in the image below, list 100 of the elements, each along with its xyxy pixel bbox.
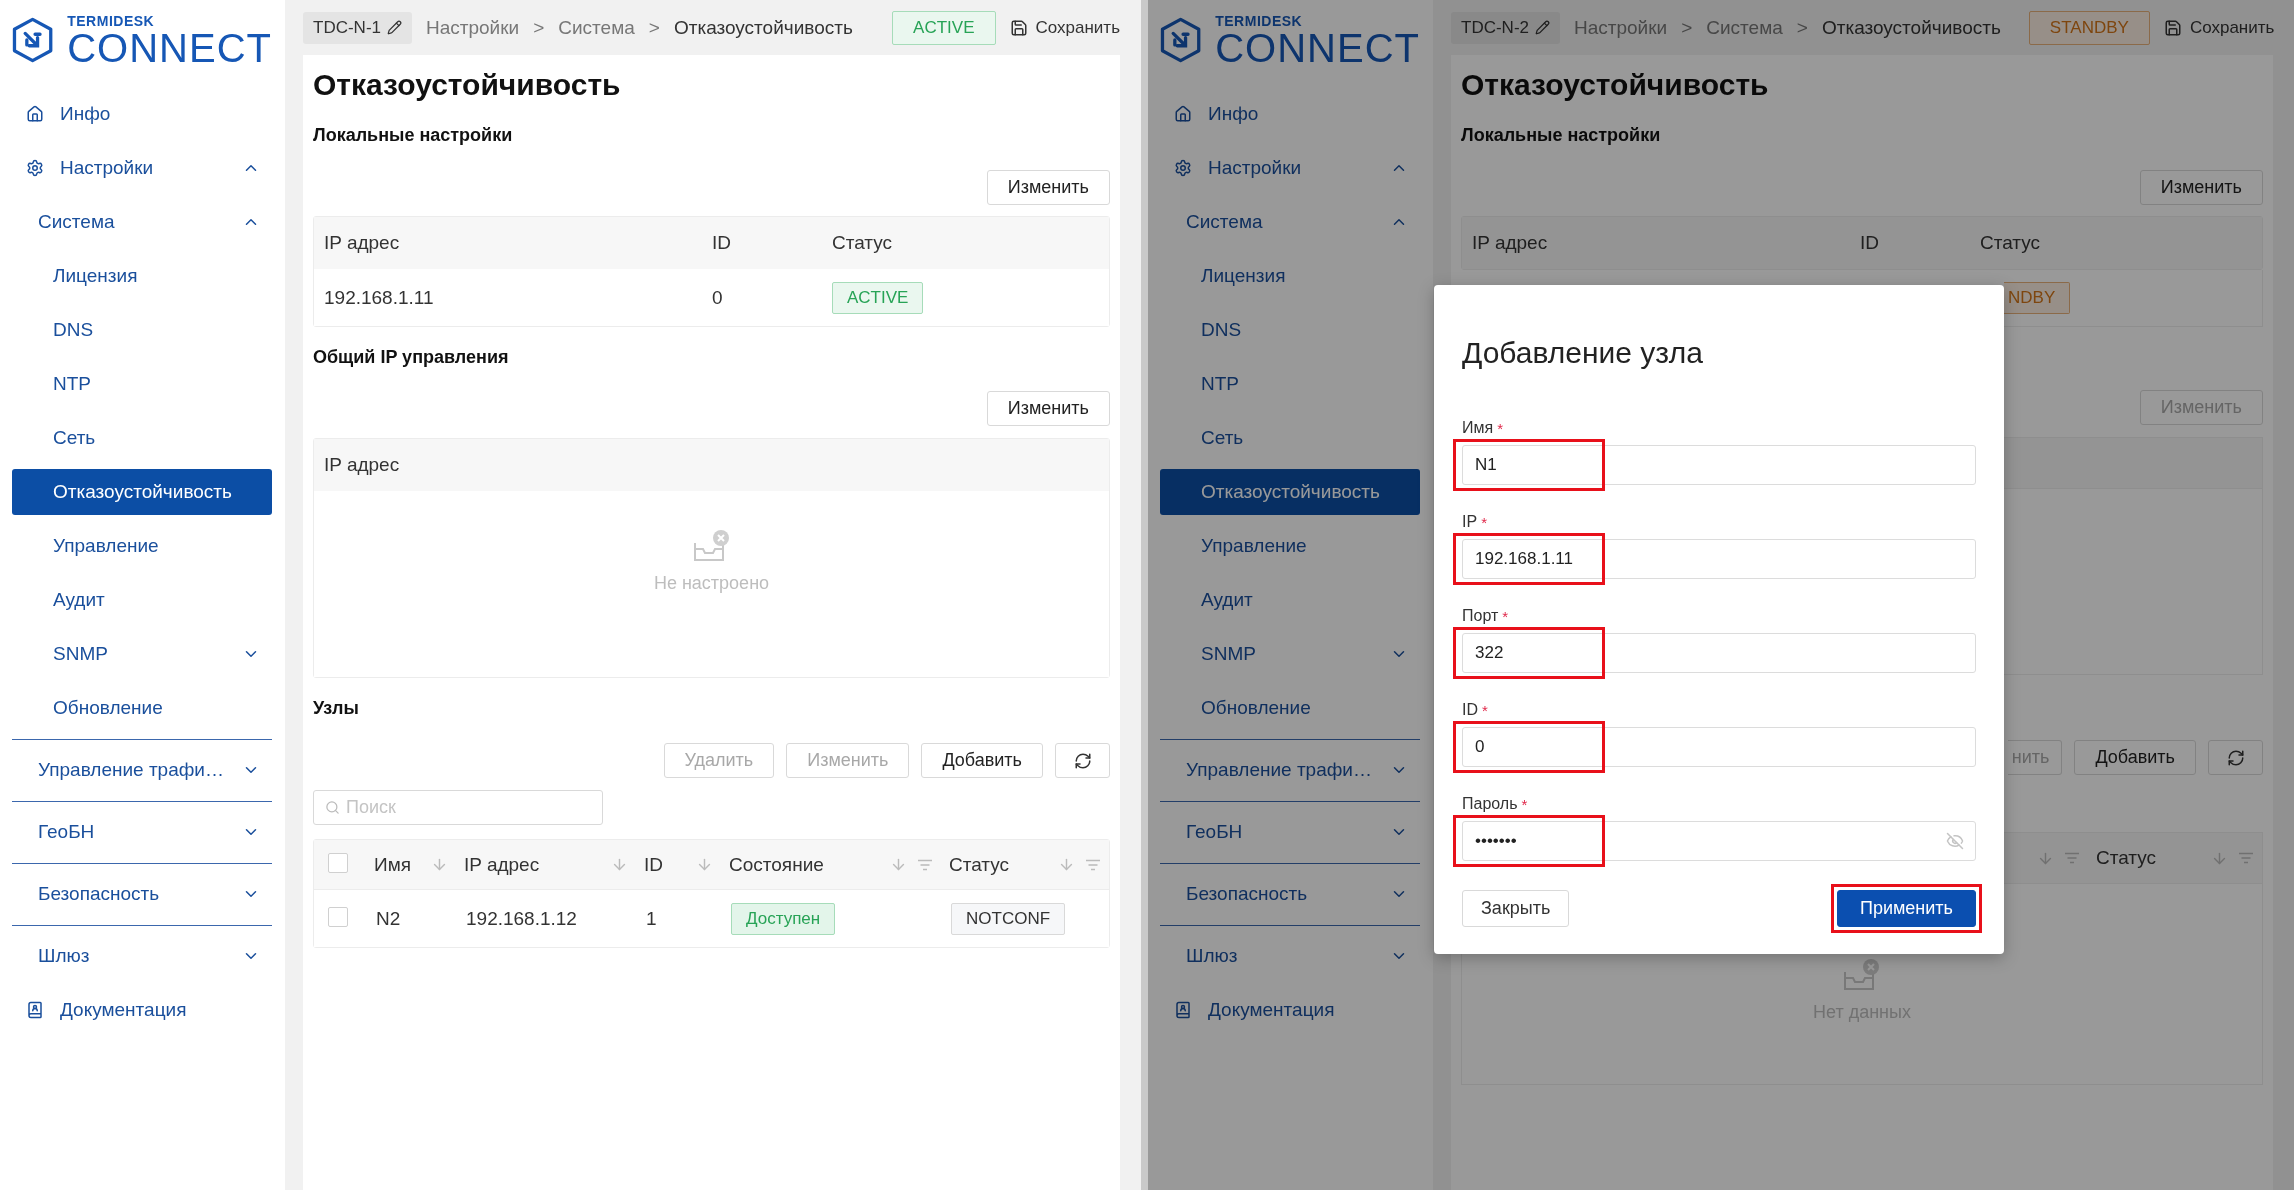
breadcrumb-separator: > (1796, 16, 1808, 39)
input-field[interactable]: 0 (1462, 727, 1976, 767)
sidebar-item[interactable]: Шлюз (1160, 933, 1420, 979)
sidebar-item[interactable]: Отказоустойчивость (1160, 469, 1420, 515)
sidebar-item[interactable]: Безопасность (12, 871, 272, 917)
refresh-icon (1073, 751, 1092, 770)
save-button[interactable]: Сохранить (2163, 17, 2275, 38)
password-field[interactable]: ••••••• (1462, 821, 1976, 861)
edit-button[interactable]: Изменить (2139, 170, 2263, 205)
column-header: ID (644, 853, 663, 876)
action-button[interactable]: Добавить (921, 743, 1043, 778)
column-header: ID (1859, 232, 1880, 254)
logo-product-text: CONNECT (67, 29, 272, 67)
edit-button[interactable]: Изменить (986, 170, 1110, 205)
sidebar-item[interactable]: Обновление (12, 685, 272, 731)
save-button[interactable]: Сохранить (1009, 17, 1120, 38)
column-header: Статус (1979, 232, 2042, 254)
sidebar-item[interactable]: DNS (1160, 307, 1420, 353)
node-name-button[interactable]: TDC-N-2 (1451, 11, 1560, 44)
search-icon (325, 800, 340, 815)
field-label: Имя (1462, 419, 1494, 437)
sidebar-item[interactable]: SNMP (1160, 631, 1420, 677)
refresh-button[interactable] (1055, 743, 1110, 778)
sidebar-item[interactable]: Отказоустойчивость (12, 469, 272, 515)
input-field[interactable]: N1 (1462, 445, 1976, 485)
sidebar-item[interactable]: Аудит (12, 577, 272, 623)
sidebar-item[interactable]: Инфо (12, 91, 272, 137)
sidebar-item[interactable]: Документация (12, 987, 272, 1033)
refresh-button[interactable] (2208, 740, 2263, 775)
settings-icon (26, 159, 44, 177)
filter-icon (1085, 858, 1101, 871)
status-badge: ACTIVE (832, 281, 924, 314)
section-heading: Общий IP управления (313, 346, 510, 369)
filter-icon (917, 858, 933, 871)
checkbox[interactable] (328, 906, 348, 927)
empty-state-text: Не настроено (653, 573, 770, 594)
section-heading: Локальные настройки (1461, 124, 1662, 147)
sidebar-item[interactable]: Обновление (1160, 685, 1420, 731)
sidebar-item[interactable]: Настройки (1160, 145, 1420, 191)
column-header: Состояние (729, 853, 824, 876)
sidebar-item[interactable]: DNS (12, 307, 272, 353)
page-title: Отказоустойчивость (313, 67, 622, 103)
section-heading: Узлы (313, 697, 360, 720)
search-field[interactable]: Поиск (313, 790, 603, 825)
sidebar-item[interactable]: Управление (1160, 523, 1420, 569)
home-icon (26, 105, 44, 123)
apply-button[interactable]: Применить (1837, 890, 1976, 927)
checkbox[interactable] (328, 852, 348, 873)
sidebar-item[interactable]: Система (1160, 199, 1420, 245)
sidebar-item[interactable]: ГеоБН (1160, 809, 1420, 855)
node-name-button[interactable]: TDC-N-1 (303, 11, 412, 44)
sidebar-item[interactable]: Лицензия (1160, 253, 1420, 299)
breadcrumb-separator: > (648, 16, 660, 39)
field-label: Пароль (1462, 795, 1518, 813)
sidebar-item[interactable]: Система (12, 199, 272, 245)
home-icon (1174, 105, 1192, 123)
sidebar-item[interactable]: Шлюз (12, 933, 272, 979)
contact-book-icon (26, 1001, 44, 1019)
required-mark: * (1482, 701, 1488, 719)
sidebar-item[interactable]: NTP (12, 361, 272, 407)
sidebar-item[interactable]: Аудит (1160, 577, 1420, 623)
sidebar-item[interactable]: Лицензия (12, 253, 272, 299)
empty-inbox-icon (691, 529, 732, 563)
action-button[interactable]: Добавить (2074, 740, 2196, 775)
close-button[interactable]: Закрыть (1462, 890, 1570, 927)
breadcrumb-link[interactable]: Система (558, 16, 635, 39)
required-mark: * (1521, 795, 1528, 813)
table-cell-text: 0 (711, 286, 724, 309)
sidebar-item[interactable]: Управление (12, 523, 272, 569)
sidebar-item[interactable]: Документация (1160, 987, 1420, 1033)
column-header: IP адрес (1471, 232, 1549, 254)
sidebar-item[interactable]: Безопасность (1160, 871, 1420, 917)
pencil-icon (387, 20, 402, 35)
required-mark: * (1502, 607, 1509, 625)
sidebar-item[interactable]: SNMP (12, 631, 272, 677)
sidebar-item[interactable]: NTP (1160, 361, 1420, 407)
table-cell-text: N2 (375, 907, 402, 930)
input-field[interactable]: 322 (1462, 633, 1976, 673)
status-badge: NOTCONF (951, 902, 1066, 935)
sidebar-item[interactable]: Управление трафи… (1160, 747, 1420, 793)
sidebar-item[interactable]: Управление трафи… (12, 747, 272, 793)
section-heading: Локальные настройки (313, 124, 514, 147)
logo-product-text: CONNECT (1215, 29, 1420, 67)
edit-button[interactable]: Изменить (986, 391, 1110, 426)
breadcrumb-separator: > (1681, 16, 1693, 39)
breadcrumb-link[interactable]: Настройки (426, 16, 520, 39)
input-field[interactable]: 192.168.1.11 (1462, 539, 1976, 579)
table-cell-text: 192.168.1.12 (465, 907, 578, 930)
sidebar-item[interactable]: ГеоБН (12, 809, 272, 855)
page-title: Отказоустойчивость (1461, 67, 1770, 103)
settings-icon (1174, 159, 1192, 177)
required-mark: * (1481, 513, 1487, 531)
column-header: IP адрес (323, 232, 401, 254)
column-header: IP адрес (464, 853, 540, 876)
sidebar-item[interactable]: Сеть (1160, 415, 1420, 461)
sidebar-item[interactable]: Сеть (12, 415, 272, 461)
sidebar-item[interactable]: Инфо (1160, 91, 1420, 137)
column-header: ID (711, 232, 732, 254)
sidebar-item[interactable]: Настройки (12, 145, 272, 191)
column-header: Статус (2096, 847, 2157, 869)
